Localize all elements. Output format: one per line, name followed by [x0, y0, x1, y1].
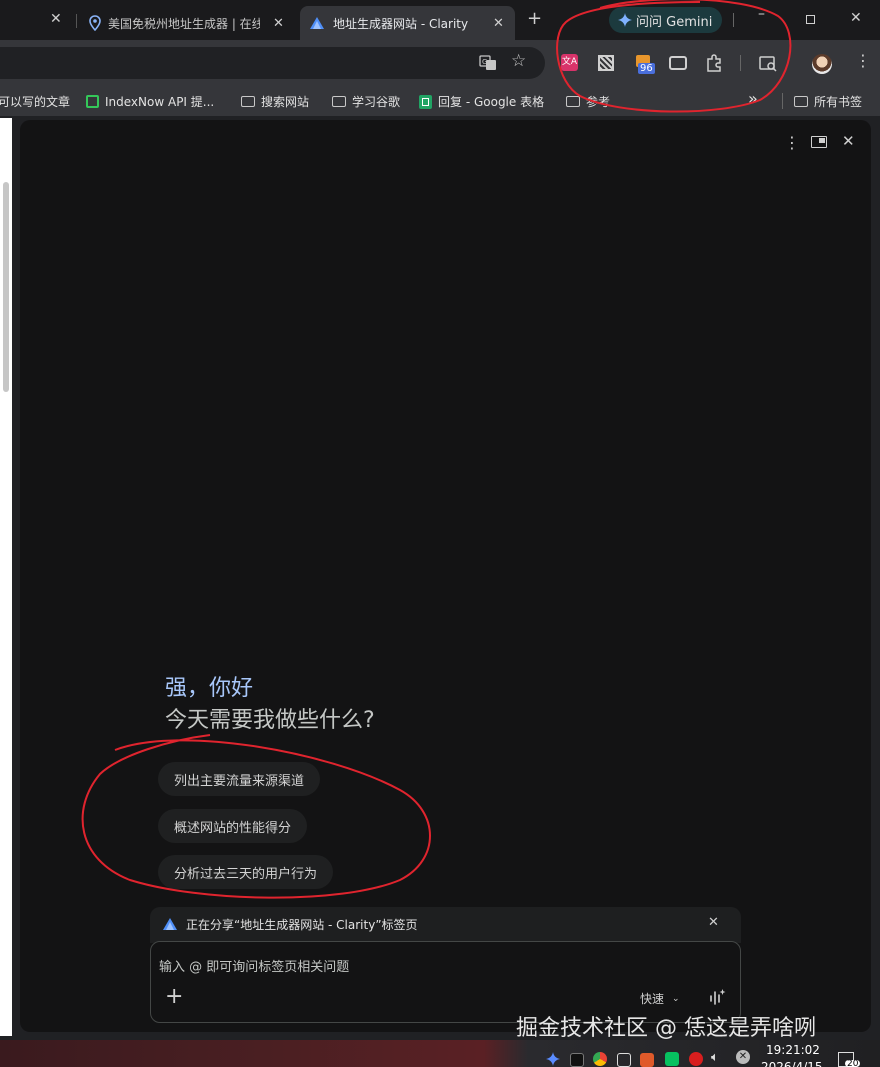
bookmarks-overflow-button[interactable]: » [748, 89, 758, 108]
clarity-logo-icon [163, 918, 177, 930]
sharing-text: 正在分享“地址生成器网站 - Clarity”标签页 [186, 918, 418, 932]
greeting-name: 强，你好 [165, 676, 254, 701]
bookmark-folder-reference[interactable]: 参考 [566, 93, 610, 110]
taskbar-chrome-icon[interactable] [593, 1052, 607, 1066]
close-tab-icon[interactable]: ✕ [273, 16, 284, 31]
taskbar-time: 19:21:02 [766, 1043, 820, 1057]
taskbar-close-circle-icon[interactable]: ✕ [736, 1050, 750, 1064]
suggestion-label: 分析过去三天的用户行为 [174, 866, 318, 882]
tab-strip: ✕ 美国免税州地址生成器 | 在线 ✕ 地址生成器网站 - Clarity ✕ … [0, 0, 880, 40]
bookmark-articles[interactable]: 可以写的文章 [0, 93, 70, 110]
close-tab-icon[interactable]: ✕ [493, 16, 504, 31]
separator [733, 13, 734, 27]
taskbar-antivirus-icon[interactable] [689, 1052, 703, 1066]
chevron-down-icon: ⌄ [672, 993, 680, 1004]
bookmark-star-icon[interactable]: ☆ [511, 51, 526, 71]
svg-text:G: G [482, 58, 487, 66]
restore-window-icon[interactable] [806, 15, 815, 24]
extension-counter-icon[interactable]: 96 [636, 55, 656, 75]
bookmark-label: IndexNow API 提... [105, 95, 215, 109]
folder-icon [241, 96, 255, 107]
suggestion-label: 列出主要流量来源渠道 [174, 773, 305, 789]
tab-sharing-indicator: 正在分享“地址生成器网站 - Clarity”标签页 ✕ [150, 907, 741, 943]
extension-translate-icon[interactable]: 文A [561, 54, 578, 71]
folder-icon [566, 96, 580, 107]
suggestion-chip-traffic-sources[interactable]: 列出主要流量来源渠道 [158, 762, 321, 796]
tab-divider [76, 14, 77, 28]
address-bar[interactable]: G ☆ [0, 47, 545, 79]
taskbar-wechat-icon[interactable] [665, 1052, 679, 1066]
ask-gemini-label: 问问 Gemini [636, 14, 713, 30]
mode-selector[interactable]: 快速 ⌄ [640, 990, 680, 1007]
stop-sharing-close-icon[interactable]: ✕ [708, 915, 719, 930]
tab-search-icon[interactable] [759, 56, 777, 72]
minimize-icon[interactable]: – [758, 6, 765, 22]
extension-badge: 96 [638, 63, 655, 74]
tab-title: 美国免税州地址生成器 | 在线 [108, 16, 260, 31]
tab-address-generator-free-states[interactable]: 美国免税州地址生成器 | 在线 ✕ [84, 6, 294, 40]
page-scrollbar[interactable] [3, 182, 9, 392]
bookmark-indexnow[interactable]: IndexNow API 提... [86, 93, 214, 110]
taskbar-date: 2026/4/15 [761, 1060, 823, 1067]
add-attachment-plus-icon[interactable]: + [165, 984, 183, 1009]
mode-label: 快速 [640, 992, 665, 1006]
panel-menu-kebab-icon[interactable]: ⋮ [784, 133, 800, 152]
panel-undock-icon[interactable] [811, 136, 827, 148]
suggestion-chip-performance-score[interactable]: 概述网站的性能得分 [158, 809, 308, 843]
bookmark-label: 可以写的文章 [0, 95, 71, 109]
ask-gemini-button[interactable]: 问问 Gemini [609, 7, 722, 33]
bookmark-label: 参考 [586, 95, 611, 109]
taskbar-cube-icon[interactable] [570, 1053, 584, 1067]
voice-input-icon[interactable] [708, 988, 726, 1006]
bookmarks-separator [782, 93, 783, 109]
taskbar-speaker-muted-icon[interactable] [640, 1053, 654, 1067]
bookmark-label: 回复 - Google 表格 [438, 95, 545, 109]
taskbar-sparkle-icon[interactable] [546, 1052, 560, 1066]
close-window-icon[interactable]: ✕ [850, 10, 862, 26]
profile-avatar[interactable] [812, 54, 832, 74]
clarity-logo-icon [310, 17, 324, 29]
extension-qrcode-icon[interactable] [598, 55, 614, 71]
panel-close-icon[interactable]: ✕ [842, 132, 855, 150]
folder-icon [794, 96, 808, 107]
bookmark-folder-learn-google[interactable]: 学习谷歌 [332, 93, 400, 110]
greeting-question: 今天需要我做些什么? [165, 708, 375, 733]
watermark: 掘金技术社区 @ 恁这是弄啥咧 [516, 1016, 816, 1041]
bookmark-folder-search-sites[interactable]: 搜索网站 [241, 93, 309, 110]
toolbar-separator [740, 55, 741, 71]
extensions-puzzle-icon[interactable] [705, 54, 723, 72]
prompt-input-placeholder[interactable]: 输入 @ 即可询问标签页相关问题 [159, 956, 349, 975]
map-pin-icon [89, 15, 101, 31]
menu-kebab-icon[interactable]: ⋮ [855, 51, 871, 70]
suggestion-label: 概述网站的性能得分 [174, 820, 292, 836]
tab-title: 地址生成器网站 - Clarity [333, 16, 469, 31]
bookmarks-bar: 可以写的文章 IndexNow API 提... 搜索网站 学习谷歌 回复 - … [0, 86, 880, 116]
gemini-sparkle-icon [618, 13, 632, 27]
taskbar-volume-icon[interactable]: 🔈︎ [711, 1050, 719, 1065]
close-tab-icon[interactable]: ✕ [50, 11, 62, 27]
all-bookmarks-label: 所有书签 [814, 95, 863, 109]
bookmark-label: 学习谷歌 [352, 95, 401, 109]
gemini-side-panel: ⋮ ✕ 强，你好 今天需要我做些什么? 列出主要流量来源渠道 概述网站的性能得分… [20, 120, 871, 1032]
new-tab-plus-icon[interactable]: + [527, 8, 542, 29]
folder-icon [332, 96, 346, 107]
taskbar-network-icon[interactable] [617, 1053, 631, 1067]
bookmark-google-sheets[interactable]: 回复 - Google 表格 [419, 93, 544, 110]
notification-count-badge: 20 [845, 1060, 861, 1067]
bookmark-label: 搜索网站 [261, 95, 310, 109]
all-bookmarks-button[interactable]: 所有书签 [794, 93, 862, 110]
cube-icon [86, 95, 99, 108]
tab-clarity-active[interactable]: 地址生成器网站 - Clarity ✕ [300, 6, 515, 40]
sheets-icon [419, 94, 432, 109]
extension-glasses-icon[interactable] [669, 56, 687, 70]
translate-icon[interactable]: G [479, 55, 497, 71]
suggestion-chip-user-behavior[interactable]: 分析过去三天的用户行为 [158, 855, 334, 889]
